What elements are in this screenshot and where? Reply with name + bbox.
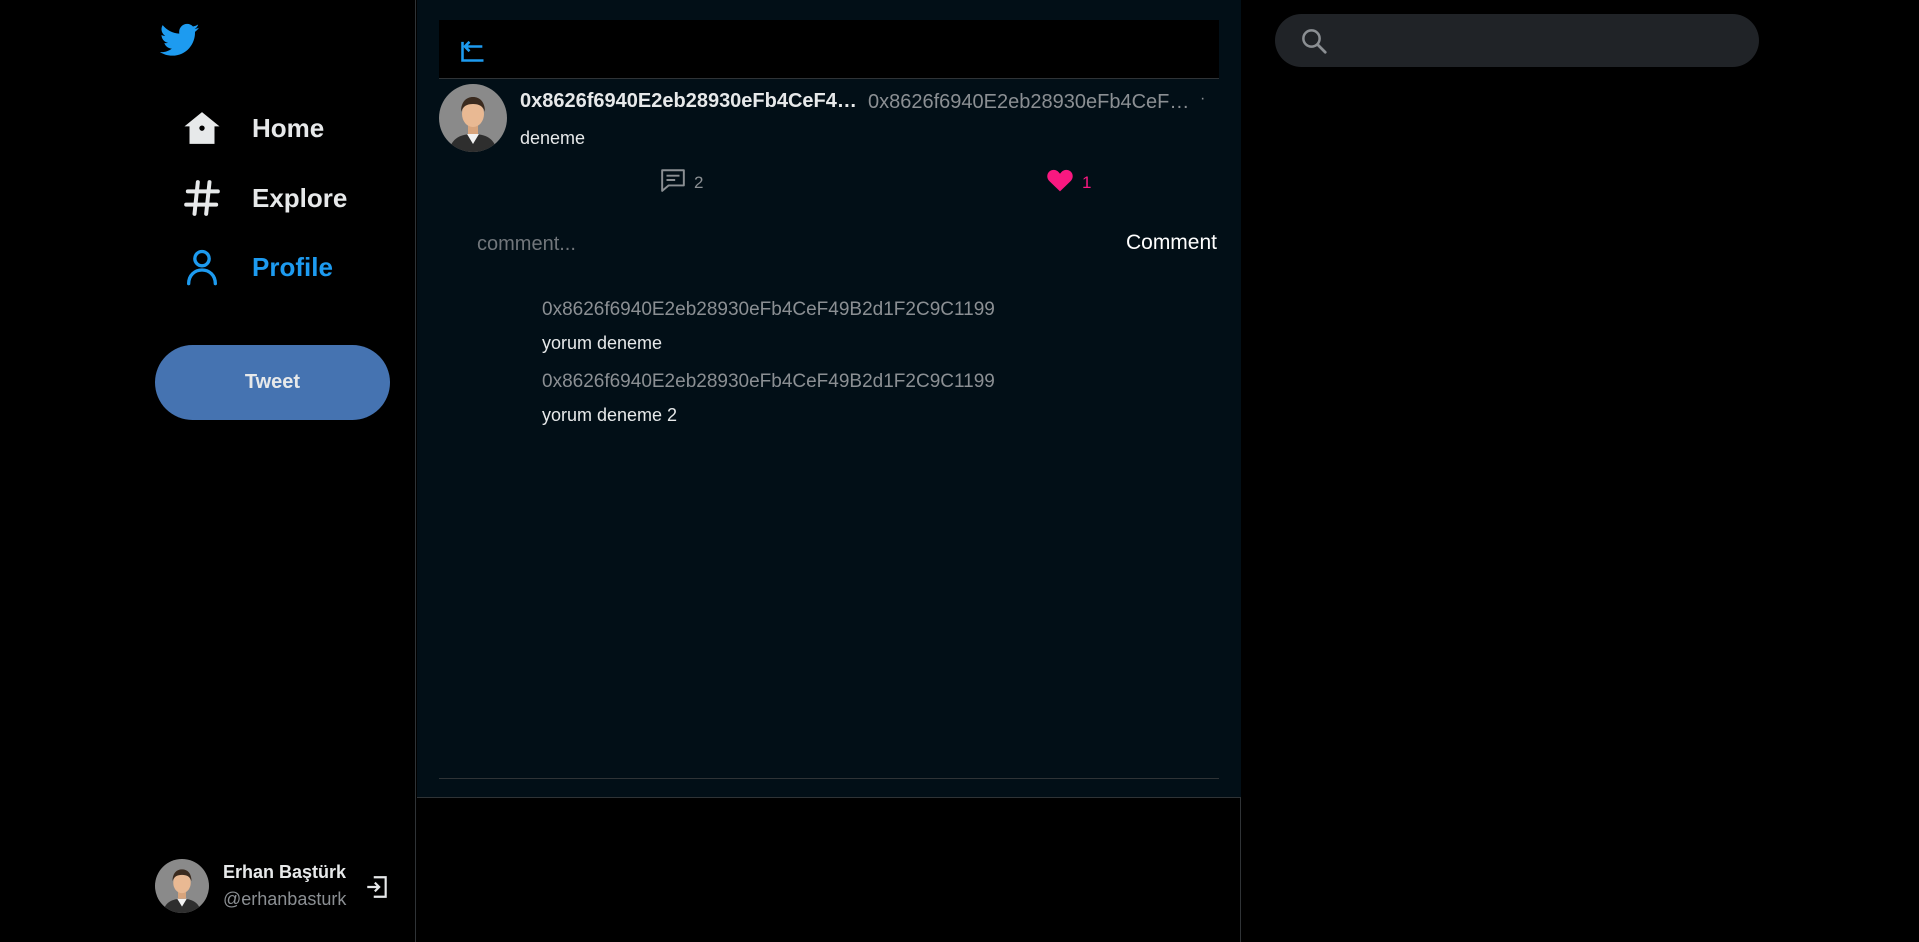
reply-count: 2: [694, 172, 704, 192]
account-names: Erhan Baştürk @erhanbasturk: [223, 862, 346, 910]
like-count: 1: [1082, 172, 1092, 192]
account-handle: @erhanbasturk: [223, 889, 347, 909]
home-icon: [180, 106, 224, 150]
tweet-detail-card: 0x8626f6940E2eb28930eFb4CeF49B2d1F2C9C11…: [417, 0, 1241, 798]
nav-label-profile: Profile: [252, 251, 333, 282]
comment-text: yorum deneme: [542, 333, 663, 353]
search-icon: [1299, 26, 1329, 56]
main-column: 0x8626f6940E2eb28930eFb4CeF49B2d1F2C9C11…: [417, 0, 1241, 942]
comment-author: 0x8626f6940E2eb28930eFb4CeF49B2d1F2C9C11…: [542, 371, 995, 392]
post-author-name[interactable]: 0x8626f6940E2eb28930eFb4CeF49B2d1F2C9C11…: [520, 90, 858, 113]
back-arrow-icon[interactable]: [459, 36, 487, 64]
comment-button[interactable]: Comment: [1117, 226, 1217, 260]
post-author-handle: 0x8626f6940E2eb28930eFb4CeF49B2d1F2C9C11…: [868, 91, 1193, 113]
heart-icon: [1046, 168, 1074, 197]
avatar: [155, 859, 209, 913]
post-separator: ·: [1200, 90, 1206, 107]
user-icon: [180, 245, 224, 289]
account-display-name: Erhan Baştürk: [223, 862, 347, 882]
comment-list: 0x8626f6940E2eb28930eFb4CeF49B2d1F2C9C11…: [542, 295, 1202, 439]
comment-icon: [660, 168, 686, 197]
post-author-avatar[interactable]: [439, 84, 507, 152]
logout-icon[interactable]: [364, 874, 390, 900]
card-divider: [439, 778, 1219, 779]
comment-author: 0x8626f6940E2eb28930eFb4CeF49B2d1F2C9C11…: [542, 299, 995, 320]
account-switcher[interactable]: Erhan Baştürk @erhanbasturk: [155, 858, 395, 914]
comment-input[interactable]: [475, 228, 1039, 260]
nav-item-profile[interactable]: Profile: [180, 243, 333, 291]
post-text: deneme: [520, 128, 586, 148]
search-bar[interactable]: [1275, 14, 1759, 67]
left-sidebar: Home Explore Profile Tweet Erhan Baştürk: [0, 0, 416, 942]
search-input[interactable]: [1341, 19, 1735, 62]
twitter-bird-icon[interactable]: [158, 20, 202, 60]
like-button[interactable]: 1: [1046, 168, 1091, 197]
tweet-button[interactable]: Tweet: [155, 345, 390, 420]
reply-button[interactable]: 2: [660, 168, 703, 197]
comment-item: 0x8626f6940E2eb28930eFb4CeF49B2d1F2C9C11…: [542, 295, 1202, 361]
comment-text: yorum deneme 2: [542, 405, 678, 425]
nav-label-home: Home: [252, 112, 325, 143]
detail-header: [439, 20, 1219, 79]
hashtag-icon: [180, 176, 224, 220]
comment-item: 0x8626f6940E2eb28930eFb4CeF49B2d1F2C9C11…: [542, 367, 1202, 433]
nav-item-home[interactable]: Home: [180, 104, 324, 152]
nav-item-explore[interactable]: Explore: [180, 174, 347, 222]
nav-label-explore: Explore: [252, 182, 348, 213]
